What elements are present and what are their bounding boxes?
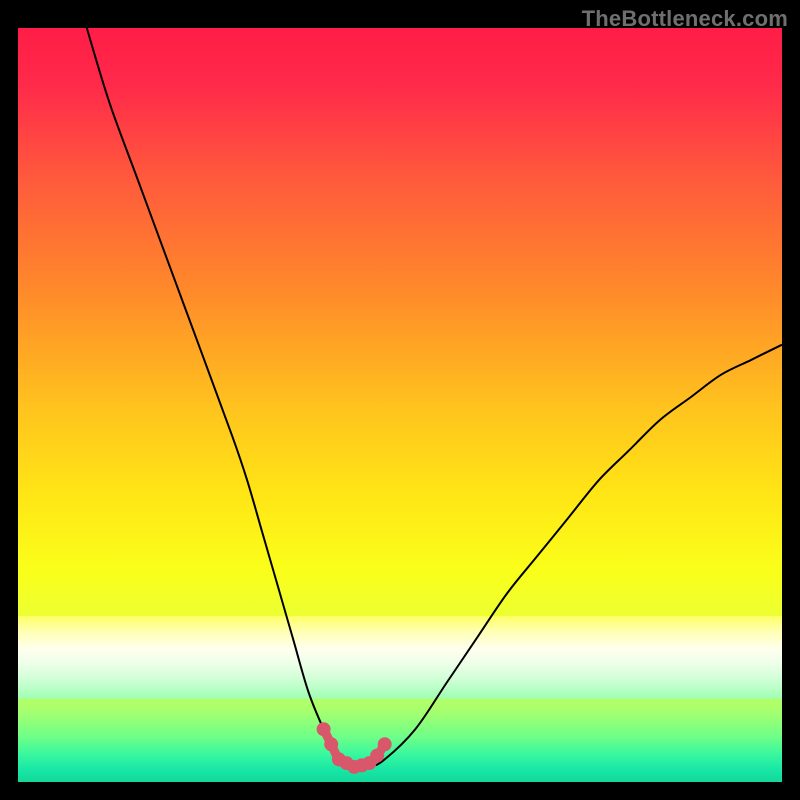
chart-frame: TheBottleneck.com	[0, 0, 800, 800]
chart-plot-area	[18, 28, 782, 782]
highlight-band	[18, 616, 782, 699]
watermark-text: TheBottleneck.com	[582, 6, 788, 32]
chart-svg	[18, 28, 782, 782]
